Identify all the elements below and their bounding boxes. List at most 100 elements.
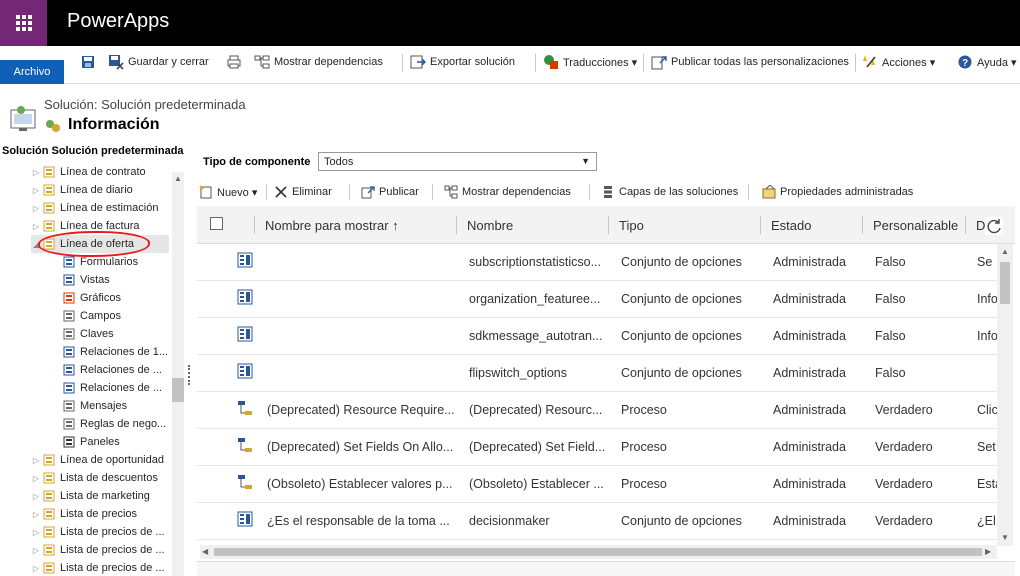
translations-menu[interactable]: Traducciones ▾ bbox=[543, 54, 637, 70]
grid-header: Nombre para mostrar ↑ Nombre Tipo Estado… bbox=[197, 206, 1015, 244]
grid-scroll-right-icon[interactable]: ▶ bbox=[985, 547, 991, 556]
nav-item[interactable]: ▷ Lista de descuentos bbox=[31, 469, 158, 487]
expand-icon[interactable]: ▷ bbox=[31, 204, 41, 213]
save-close-button[interactable]: Guardar y cerrar bbox=[108, 54, 209, 70]
nav-scrollbar[interactable] bbox=[172, 172, 184, 576]
expand-icon[interactable]: ▷ bbox=[31, 222, 41, 231]
print-button[interactable] bbox=[226, 54, 246, 70]
table-row[interactable]: (Deprecated) Resource Require... (Depreca… bbox=[197, 392, 997, 429]
cell-name[interactable]: sdkmessage_autotran... bbox=[469, 329, 607, 343]
table-row[interactable]: (Deprecated) Set Fields On Allo... (Depre… bbox=[197, 429, 997, 466]
process-icon bbox=[237, 437, 253, 453]
nav-scroll-thumb[interactable] bbox=[172, 378, 184, 402]
nav-item[interactable]: Relaciones de ... bbox=[61, 379, 162, 397]
pane-splitter[interactable] bbox=[188, 365, 190, 385]
managed-properties-button[interactable]: Propiedades administradas bbox=[762, 184, 913, 200]
expand-icon[interactable]: ▷ bbox=[31, 186, 41, 195]
nav-item[interactable]: ▷ Lista de precios de ... bbox=[31, 541, 165, 559]
cell-name[interactable]: flipswitch_options bbox=[469, 366, 607, 380]
nav-scroll-up-icon[interactable]: ▲ bbox=[174, 174, 182, 183]
expand-icon[interactable]: ▷ bbox=[31, 492, 41, 501]
column-divider bbox=[760, 216, 761, 234]
toolbar-divider bbox=[266, 184, 267, 200]
column-header-customizable[interactable]: Personalizable bbox=[873, 218, 958, 233]
column-header-type[interactable]: Tipo bbox=[619, 218, 644, 233]
save-button[interactable] bbox=[80, 54, 100, 70]
new-button[interactable]: Nuevo ▾ bbox=[199, 184, 257, 200]
expand-icon[interactable]: ▷ bbox=[31, 564, 41, 573]
app-title[interactable]: PowerApps bbox=[67, 10, 169, 33]
refresh-icon[interactable] bbox=[985, 217, 1003, 235]
component-type-select[interactable]: Todos ▼ bbox=[318, 152, 597, 171]
nav-item[interactable]: ▷ Lista de precios de ... bbox=[31, 559, 165, 576]
expand-icon[interactable]: ▷ bbox=[31, 546, 41, 555]
grid-horizontal-scroll-thumb[interactable] bbox=[214, 548, 982, 556]
expand-icon[interactable]: ▷ bbox=[31, 168, 41, 177]
toolbar-divider bbox=[589, 184, 590, 200]
table-row[interactable]: organization_featuree... Conjunto de opci… bbox=[197, 281, 997, 318]
actions-menu[interactable]: Acciones ▾ bbox=[862, 54, 935, 70]
cell-display-name[interactable]: (Obsoleto) Establecer valores p... bbox=[267, 477, 457, 491]
nav-item-label: Lista de precios bbox=[60, 508, 138, 520]
cell-display-name[interactable]: (Deprecated) Resource Require... bbox=[267, 403, 457, 417]
nav-item-label: Lista de precios de ... bbox=[60, 544, 165, 556]
publish-all-button[interactable]: Publicar todas las personalizaciones bbox=[651, 54, 849, 70]
nav-item[interactable]: Vistas bbox=[61, 271, 110, 289]
expand-icon[interactable]: ▷ bbox=[31, 456, 41, 465]
grid-vertical-scroll-thumb[interactable] bbox=[1000, 262, 1010, 304]
help-menu[interactable]: ? Ayuda ▾ bbox=[957, 54, 1017, 70]
cell-display-name[interactable]: (Deprecated) Set Fields On Allo... bbox=[267, 440, 457, 454]
nav-item[interactable]: Reglas de nego... bbox=[61, 415, 166, 433]
export-solution-button[interactable]: Exportar solución bbox=[410, 54, 515, 70]
information-icon bbox=[44, 118, 62, 134]
business-rules-icon bbox=[63, 417, 77, 431]
nav-item[interactable]: Claves bbox=[61, 325, 114, 343]
expand-icon[interactable]: ▷ bbox=[31, 474, 41, 483]
archivo-button[interactable]: Archivo bbox=[0, 60, 64, 84]
entity-icon bbox=[43, 525, 57, 539]
table-row[interactable]: flipswitch_options Conjunto de opciones Ad… bbox=[197, 355, 997, 392]
grid-scroll-left-icon[interactable]: ◀ bbox=[202, 547, 208, 556]
grid-scroll-down-icon[interactable]: ▼ bbox=[1001, 533, 1009, 542]
table-row[interactable]: subscriptionstatisticso... Conjunto de op… bbox=[197, 244, 997, 281]
nav-item[interactable]: Relaciones de 1... bbox=[61, 343, 168, 361]
cell-display-name[interactable]: ¿Es el responsable de la toma ... bbox=[267, 514, 457, 528]
nav-item[interactable]: Gráficos bbox=[61, 289, 121, 307]
expand-icon[interactable]: ▷ bbox=[31, 510, 41, 519]
table-row[interactable]: ¿Es el responsable de la toma ... decisio… bbox=[197, 503, 997, 540]
expand-icon[interactable]: ▷ bbox=[31, 528, 41, 537]
nav-item[interactable]: ▷ Lista de precios bbox=[31, 505, 137, 523]
show-dependencies-button[interactable]: Mostrar dependencias bbox=[254, 54, 383, 70]
table-row[interactable]: sdkmessage_autotran... Conjunto de opcion… bbox=[197, 318, 997, 355]
column-header-name[interactable]: Nombre bbox=[467, 218, 513, 233]
cell-name[interactable]: (Deprecated) Resourc... bbox=[469, 403, 607, 417]
column-header-state[interactable]: Estado bbox=[771, 218, 811, 233]
nav-item[interactable]: Paneles bbox=[61, 433, 120, 451]
publish-button[interactable]: Publicar bbox=[361, 184, 419, 200]
cell-name[interactable]: decisionmaker bbox=[469, 514, 607, 528]
nav-item[interactable]: ▷ Lista de precios de ... bbox=[31, 523, 165, 541]
column-header-display-name[interactable]: Nombre para mostrar ↑ bbox=[265, 218, 399, 233]
cell-name[interactable]: (Obsoleto) Establecer ... bbox=[469, 477, 607, 491]
nav-item[interactable]: ▷ Lista de marketing bbox=[31, 487, 150, 505]
column-header-description[interactable]: D bbox=[976, 218, 985, 233]
nav-item[interactable]: ▷ Línea de contrato bbox=[31, 163, 146, 181]
cell-name[interactable]: subscriptionstatisticso... bbox=[469, 255, 607, 269]
nav-item[interactable]: Mensajes bbox=[61, 397, 127, 415]
select-all-checkbox[interactable] bbox=[210, 217, 223, 230]
cell-name[interactable]: (Deprecated) Set Field... bbox=[469, 440, 607, 454]
solution-layers-button[interactable]: Capas de las soluciones bbox=[601, 184, 738, 200]
table-row[interactable]: (Obsoleto) Establecer valores p... (Obsol… bbox=[197, 466, 997, 503]
nav-item[interactable]: Relaciones de ... bbox=[61, 361, 162, 379]
cell-name[interactable]: organization_featuree... bbox=[469, 292, 607, 306]
cell-customizable: Verdadero bbox=[875, 514, 933, 528]
nav-item[interactable]: Campos bbox=[61, 307, 121, 325]
grid-scroll-up-icon[interactable]: ▲ bbox=[1001, 247, 1009, 256]
nav-item-label: Línea de contrato bbox=[60, 166, 146, 178]
delete-button[interactable]: Eliminar bbox=[274, 184, 332, 200]
app-launcher-icon[interactable] bbox=[0, 0, 47, 46]
nav-item[interactable]: ▷ Línea de estimación bbox=[31, 199, 159, 217]
toolbar-show-dependencies-button[interactable]: Mostrar dependencias bbox=[444, 184, 571, 200]
nav-item[interactable]: ▷ Línea de oportunidad bbox=[31, 451, 164, 469]
nav-item[interactable]: ▷ Línea de diario bbox=[31, 181, 133, 199]
